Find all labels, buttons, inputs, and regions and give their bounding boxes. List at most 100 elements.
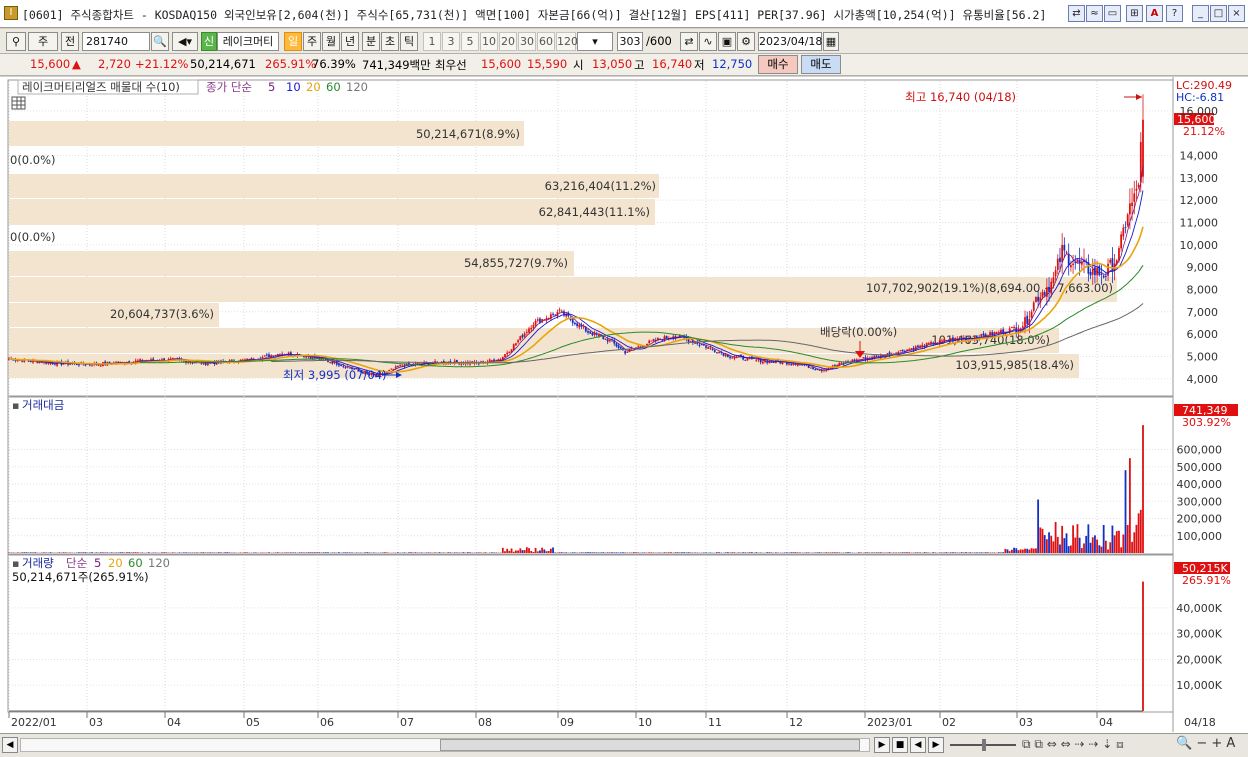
- amount-bar: [965, 552, 967, 553]
- period-tick[interactable]: 틱: [400, 32, 418, 51]
- period-second[interactable]: 초: [381, 32, 399, 51]
- chart-area[interactable]: 50,214,671(8.9%) 0(0.0%) 63,216,404(11.2%)…: [0, 77, 1248, 733]
- amount-bar: [84, 552, 87, 553]
- price-tick-label: 6,000: [1187, 328, 1219, 341]
- scroll-thumb[interactable]: [440, 739, 860, 751]
- amount-bar: [200, 552, 203, 553]
- link-icon[interactable]: ⚲: [6, 32, 26, 51]
- mode-select[interactable]: 주: [28, 32, 58, 51]
- period-year[interactable]: 년: [341, 32, 359, 51]
- interval-60[interactable]: 60: [537, 32, 555, 51]
- amount-bar: [611, 552, 613, 553]
- period-week[interactable]: 주: [303, 32, 321, 51]
- amount-bar: [1032, 548, 1035, 553]
- new-badge: 신: [201, 32, 217, 51]
- candle-body: [818, 369, 821, 371]
- stock-chart[interactable]: 50,214,671(8.9%) 0(0.0%) 63,216,404(11.2%)…: [0, 77, 1248, 733]
- candle-body: [722, 353, 725, 356]
- amount-tick-label: 300,000: [1177, 495, 1223, 508]
- x-tick-label: 02: [942, 716, 956, 729]
- period-minute[interactable]: 분: [362, 32, 380, 51]
- date-input[interactable]: 2023/04/18: [758, 32, 822, 51]
- amount-bar: [602, 552, 605, 553]
- close-button[interactable]: ×: [1228, 5, 1245, 22]
- prev-button[interactable]: 전: [61, 32, 79, 51]
- wave-button[interactable]: ≈: [1086, 5, 1103, 22]
- scroll-left-icon[interactable]: ◀: [2, 737, 18, 753]
- sell-button[interactable]: 매도: [801, 55, 841, 74]
- candle-body: [515, 343, 517, 346]
- bottom-scrollbar[interactable]: ◀ ▶ ■ ◀ ▶ ⧉ ⧉ ⇔ ⇔ ⇢ ⇢ ⇣ ⧈ 🔍 − + A: [0, 733, 1248, 757]
- amount-bar: [202, 552, 205, 553]
- candle-body: [705, 346, 707, 348]
- interval-10[interactable]: 10: [480, 32, 498, 51]
- amount-bar: [919, 552, 922, 553]
- maximize-button[interactable]: □: [1210, 5, 1227, 22]
- vp-label: 54,855,727(9.7%): [464, 256, 568, 270]
- zoom-slider-handle[interactable]: [982, 739, 986, 751]
- step-back-icon[interactable]: ◀: [910, 737, 926, 753]
- amount-bar: [709, 552, 712, 553]
- interval-120[interactable]: 120: [556, 32, 578, 51]
- custom-interval-select[interactable]: ▾: [577, 32, 613, 51]
- open-label: 시: [573, 58, 584, 72]
- save-icon[interactable]: ▣: [718, 32, 736, 51]
- frame-button[interactable]: ▭: [1104, 5, 1121, 22]
- link-button[interactable]: ⇄: [1068, 5, 1085, 22]
- interval-3[interactable]: 3: [442, 32, 460, 51]
- candle-body: [901, 349, 904, 352]
- candle-body: [1072, 263, 1074, 266]
- stop-icon[interactable]: ■: [892, 737, 908, 753]
- font-button[interactable]: A: [1146, 5, 1163, 22]
- buy-button[interactable]: 매수: [758, 55, 798, 74]
- interval-5[interactable]: 5: [461, 32, 479, 51]
- interval-30[interactable]: 30: [518, 32, 536, 51]
- play-icon[interactable]: ▶: [874, 737, 890, 753]
- amount-bar: [469, 552, 471, 553]
- period-month[interactable]: 월: [322, 32, 340, 51]
- candle-body: [927, 343, 930, 345]
- interval-20[interactable]: 20: [499, 32, 517, 51]
- amount-bar: [383, 552, 386, 553]
- x-tick-label: 04: [1099, 716, 1113, 729]
- candle-body: [558, 309, 561, 311]
- grid-button[interactable]: ⊞: [1126, 5, 1143, 22]
- speaker-icon[interactable]: ◀▾: [172, 32, 198, 51]
- zoom-icons[interactable]: 🔍 − + A: [1176, 736, 1235, 751]
- candle-body: [578, 324, 581, 328]
- amount-bar: [587, 552, 589, 553]
- amount-bar: [1142, 425, 1144, 553]
- minimize-button[interactable]: _: [1192, 5, 1209, 22]
- amount-bar: [825, 552, 828, 553]
- price-tick-label: 13,000: [1180, 172, 1219, 185]
- layout-icons[interactable]: ⧉ ⧉ ⇔ ⇔ ⇢ ⇢ ⇣ ⧈: [1022, 737, 1124, 752]
- step-forward-icon[interactable]: ▶: [928, 737, 944, 753]
- amount-bar: [1098, 545, 1101, 553]
- amount-bar: [1080, 548, 1083, 553]
- calendar-icon[interactable]: ▦: [823, 32, 839, 51]
- settings-icon[interactable]: ⚙: [737, 32, 755, 51]
- help-button[interactable]: ?: [1166, 5, 1183, 22]
- candle-body: [1076, 259, 1079, 263]
- price-tick-label: 14,000: [1180, 150, 1219, 163]
- line-tool-icon[interactable]: ∿: [699, 32, 717, 51]
- amount-bar: [397, 552, 399, 553]
- amount-bar: [300, 552, 303, 553]
- search-icon[interactable]: 🔍: [151, 32, 169, 51]
- count-input[interactable]: 303: [617, 32, 643, 51]
- amount-panel: [7, 396, 1174, 555]
- legend-ma-label: 종가 단순: [206, 80, 252, 94]
- code-input[interactable]: 281740: [82, 32, 150, 51]
- candle-body: [709, 347, 712, 349]
- amount-bar: [1107, 549, 1109, 553]
- interval-1[interactable]: 1: [423, 32, 441, 51]
- amount-bar: [102, 552, 104, 553]
- period-day[interactable]: 일: [284, 32, 302, 51]
- indicator-icon[interactable]: ⇄: [680, 32, 698, 51]
- candle-body: [1100, 273, 1103, 275]
- amount-bar: [521, 550, 524, 553]
- amount-bar: [134, 552, 137, 553]
- amount-bar: [952, 552, 954, 553]
- amount-bar: [25, 552, 28, 553]
- table-toggle-icon[interactable]: [11, 96, 26, 110]
